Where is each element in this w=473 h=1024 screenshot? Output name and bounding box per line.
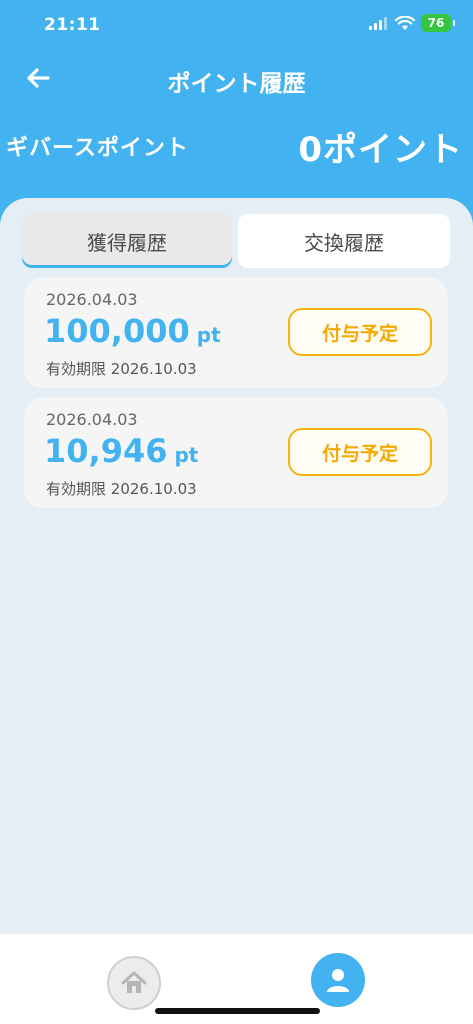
user-icon xyxy=(327,969,349,992)
status-bar: 21:11 76 xyxy=(0,0,473,50)
status-icons: 76 xyxy=(369,14,455,32)
nav-bar: ポイント履歴 xyxy=(0,52,473,106)
card-date: 2026.04.03 xyxy=(46,290,138,309)
card-amount-unit: pt xyxy=(196,323,221,347)
card-amount-value: 100,000 xyxy=(44,312,190,350)
expiry-label: 有効期限 xyxy=(46,480,107,498)
expiry-label: 有効期限 xyxy=(46,360,107,378)
home-icon xyxy=(121,971,147,993)
expiry-date: 2026.10.03 xyxy=(110,480,197,498)
card-amount-value: 10,946 xyxy=(44,432,168,470)
battery-level: 76 xyxy=(427,16,445,30)
bottom-nav xyxy=(0,934,473,1024)
points-label: ギバースポイント xyxy=(6,136,189,161)
card-amount: 10,946 pt xyxy=(44,432,198,470)
profile-button[interactable] xyxy=(311,953,365,1007)
content-panel: 獲得履歴 交換履歴 2026.04.03 100,000 pt 有効期限 202… xyxy=(0,198,473,934)
history-card: 2026.04.03 100,000 pt 有効期限 2026.10.03 付与… xyxy=(24,278,448,388)
page-title: ポイント履歴 xyxy=(167,71,306,97)
tab-earned-history[interactable]: 獲得履歴 xyxy=(22,214,232,268)
points-value: 0ポイント xyxy=(298,130,463,170)
tab-exchange-history[interactable]: 交換履歴 xyxy=(238,214,450,268)
card-date: 2026.04.03 xyxy=(46,410,138,429)
status-button[interactable]: 付与予定 xyxy=(288,308,432,356)
battery-indicator: 76 xyxy=(421,14,455,32)
expiry-date: 2026.10.03 xyxy=(110,360,197,378)
history-card: 2026.04.03 10,946 pt 有効期限 2026.10.03 付与予… xyxy=(24,398,448,508)
history-tabs: 獲得履歴 交換履歴 xyxy=(22,214,450,268)
card-expiry: 有効期限 2026.10.03 xyxy=(46,478,197,499)
wifi-icon xyxy=(395,15,415,30)
points-summary: ギバースポイント 0ポイント xyxy=(0,120,473,180)
battery-cap xyxy=(453,20,455,26)
card-amount: 100,000 pt xyxy=(44,312,221,350)
home-button[interactable] xyxy=(107,956,161,1010)
card-expiry: 有効期限 2026.10.03 xyxy=(46,358,197,379)
card-amount-unit: pt xyxy=(174,443,199,467)
home-indicator xyxy=(155,1008,320,1014)
signal-icon xyxy=(369,17,387,30)
status-time: 21:11 xyxy=(44,15,101,35)
status-button[interactable]: 付与予定 xyxy=(288,428,432,476)
